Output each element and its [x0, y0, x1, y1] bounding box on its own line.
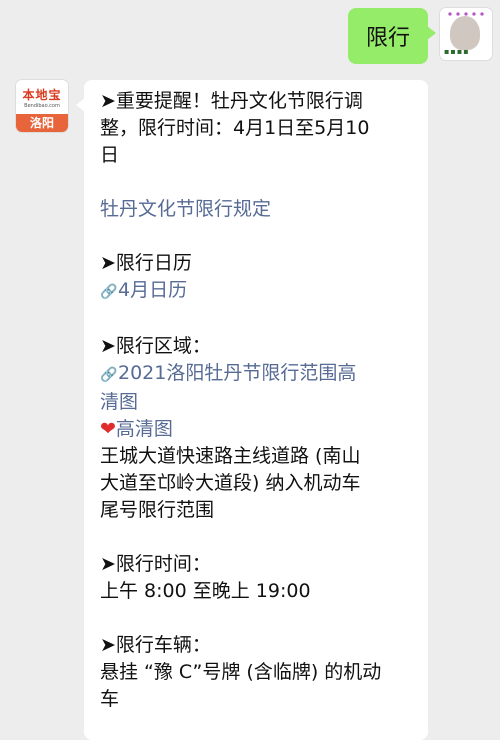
link-icon: 🔗 — [100, 284, 118, 300]
message-line: ➤限行日历 — [100, 250, 428, 277]
message-line: ➤限行车辆： — [100, 632, 428, 659]
message-line: ➤重要提醒！牡丹文化节限行调 — [100, 88, 428, 115]
line-text: ➤限行时间： — [100, 553, 211, 575]
message-line: 车 — [100, 686, 428, 713]
message-line: 上午 8:00 至晚上 19:00 — [100, 578, 428, 605]
user-message-bubble[interactable]: 限行 — [347, 8, 437, 64]
ghost-icon — [450, 16, 480, 50]
message-line: ➤限行时间： — [100, 551, 428, 578]
line-text: 日 — [100, 144, 120, 166]
line-text: 高清图 — [115, 418, 173, 440]
message-link[interactable]: 🔗4月日历 — [100, 277, 428, 306]
line-text: 车 — [100, 688, 120, 710]
user-avatar[interactable]: ▪▪▪▪ — [440, 8, 492, 60]
line-text: 2021洛阳牡丹节限行范围高 — [118, 362, 357, 384]
line-text: ➤限行区域： — [100, 335, 211, 357]
line-text: 清图 — [100, 391, 139, 413]
avatar-brand: 本地宝 — [22, 87, 62, 102]
line-text: 4月日历 — [118, 279, 188, 301]
message-link[interactable]: ❤高清图 — [100, 416, 428, 443]
line-text: ➤限行车辆： — [100, 634, 211, 656]
bot-message-row: 本地宝 Bendibao.com 洛阳 ➤重要提醒！牡丹文化节限行调 整，限行时间… — [16, 80, 428, 740]
avatar-mark: ▪▪▪▪ — [444, 47, 470, 56]
message-line: 大道至邙岭大道段) 纳入机动车 — [100, 470, 428, 497]
heart-icon: ❤ — [100, 418, 116, 440]
line-text: 悬挂 “豫 C”号牌 (含临牌) 的机动 — [100, 661, 382, 683]
message-line: 整，限行时间：4月1日至5月10 — [100, 115, 428, 142]
bot-message-bubble: ➤重要提醒！牡丹文化节限行调 整，限行时间：4月1日至5月10 日牡丹文化节限行规定… — [76, 80, 428, 740]
message-link[interactable]: 牡丹文化节限行规定 — [100, 196, 428, 223]
avatar-url: Bendibao.com — [24, 102, 60, 109]
avatar-city: 洛阳 — [16, 114, 68, 132]
line-text: 王城大道快速路主线道路 (南山 — [100, 445, 361, 467]
message-line: 尾号限行范围 — [100, 497, 428, 524]
line-text: 牡丹文化节限行规定 — [100, 198, 272, 220]
link-icon: 🔗 — [100, 367, 118, 383]
line-text: ➤重要提醒！牡丹文化节限行调 — [100, 90, 363, 112]
message-line: ➤限行区域： — [100, 333, 428, 360]
line-text: 上午 8:00 至晚上 19:00 — [100, 580, 311, 602]
line-text: 整，限行时间：4月1日至5月10 — [100, 117, 370, 139]
bot-avatar[interactable]: 本地宝 Bendibao.com 洛阳 — [16, 80, 68, 132]
message-link[interactable]: 🔗2021洛阳牡丹节限行范围高 — [100, 360, 428, 389]
message-line: 王城大道快速路主线道路 (南山 — [100, 443, 428, 470]
line-text: 大道至邙岭大道段) 纳入机动车 — [100, 472, 361, 494]
message-line: 日 — [100, 142, 428, 169]
message-line: 悬挂 “豫 C”号牌 (含临牌) 的机动 — [100, 659, 428, 686]
user-message-row: 限行 ▪▪▪▪ — [347, 8, 492, 64]
line-text: ➤限行日历 — [100, 252, 192, 274]
line-text: 尾号限行范围 — [100, 499, 215, 521]
message-link[interactable]: 清图 — [100, 389, 428, 416]
